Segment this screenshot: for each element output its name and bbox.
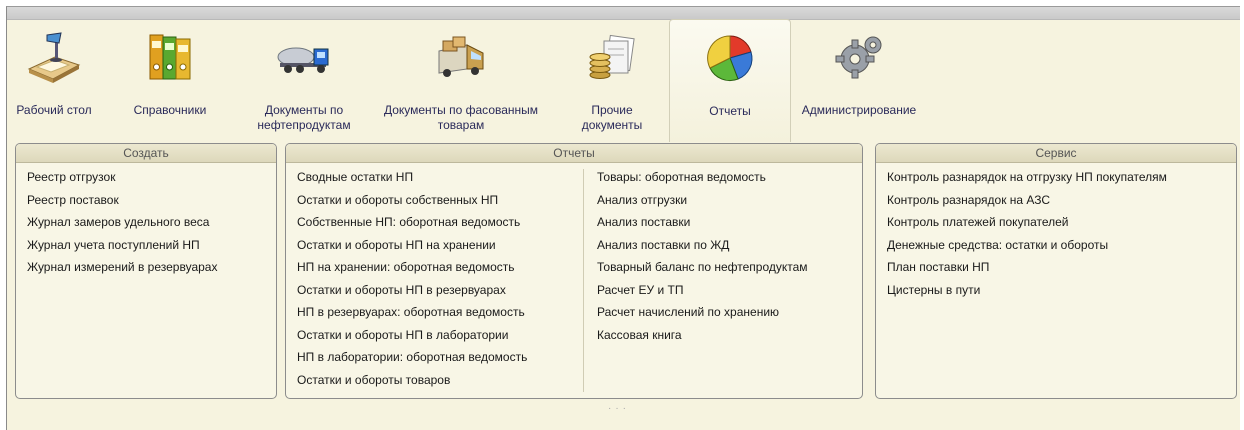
create-list: Реестр отгрузок Реестр поставок Журнал з… — [27, 169, 217, 282]
tanker-truck-icon — [276, 29, 332, 85]
list-item[interactable]: План поставки НП — [887, 259, 1167, 282]
reports-list-right: Товары: оборотная ведомость Анализ отгру… — [597, 169, 808, 349]
list-item[interactable]: Журнал учета поступлений НП — [27, 237, 217, 260]
list-item[interactable]: Анализ поставки по ЖД — [597, 237, 808, 260]
tab-catalogs[interactable]: Справочники — [111, 19, 229, 141]
column-divider — [583, 169, 584, 392]
list-item[interactable]: НП на хранении: оборотная ведомость — [297, 259, 527, 282]
list-item[interactable]: Расчет начислений по хранению — [597, 304, 808, 327]
list-item[interactable]: Кассовая книга — [597, 327, 808, 350]
list-item[interactable]: Контроль разнарядок на АЗС — [887, 192, 1167, 215]
binders-icon — [142, 29, 198, 85]
tab-label: Справочники — [133, 103, 207, 117]
tab-administration[interactable]: Администрирование — [795, 19, 923, 141]
list-item[interactable]: Контроль платежей покупателей — [887, 214, 1167, 237]
create-panel: Создать Реестр отгрузок Реестр поставок … — [15, 143, 277, 399]
tab-label: Администрирование — [801, 103, 917, 117]
tab-label: Отчеты — [709, 104, 751, 118]
list-item[interactable]: НП в лаборатории: оборотная ведомость — [297, 349, 527, 372]
service-panel: Сервис Контроль разнарядок на отгрузку Н… — [875, 143, 1237, 399]
list-item[interactable]: Товарный баланс по нефтепродуктам — [597, 259, 808, 282]
desk-icon — [25, 29, 81, 85]
tab-label: Рабочий стол — [16, 103, 92, 117]
list-item[interactable]: НП в резервуарах: оборотная ведомость — [297, 304, 527, 327]
list-item[interactable]: Сводные остатки НП — [297, 169, 527, 192]
reports-list-left: Сводные остатки НП Остатки и обороты соб… — [297, 169, 527, 394]
list-item[interactable]: Собственные НП: оборотная ведомость — [297, 214, 527, 237]
panel-header: Создать — [16, 144, 276, 163]
list-item[interactable]: Расчет ЕУ и ТП — [597, 282, 808, 305]
gears-icon — [831, 29, 887, 85]
tab-reports[interactable]: Отчеты — [669, 19, 791, 142]
list-item[interactable]: Журнал измерений в резервуарах — [27, 259, 217, 282]
tab-label: Документы по нефтепродуктам — [257, 103, 351, 132]
panel-header: Сервис — [876, 144, 1236, 163]
list-item[interactable]: Остатки и обороты НП в резервуарах — [297, 282, 527, 305]
list-item[interactable]: Контроль разнарядок на отгрузку НП покуп… — [887, 169, 1167, 192]
panel-header: Отчеты — [286, 144, 862, 163]
tab-label: Прочие документы — [581, 103, 643, 132]
list-item[interactable]: Остатки и обороты НП на хранении — [297, 237, 527, 260]
list-item[interactable]: Анализ отгрузки — [597, 192, 808, 215]
tab-label: Документы по фасованным товарам — [383, 103, 539, 132]
list-item[interactable]: Товары: оборотная ведомость — [597, 169, 808, 192]
coins-documents-icon — [584, 29, 640, 85]
list-item[interactable]: Анализ поставки — [597, 214, 808, 237]
list-item[interactable]: Реестр поставок — [27, 192, 217, 215]
main-window: Рабочий стол Справочники Документы по не… — [6, 6, 1240, 430]
list-item[interactable]: Денежные средства: остатки и обороты — [887, 237, 1167, 260]
list-item[interactable]: Остатки и обороты собственных НП — [297, 192, 527, 215]
list-item[interactable]: Реестр отгрузок — [27, 169, 217, 192]
resize-grip[interactable]: ··· — [608, 403, 630, 414]
tab-desktop[interactable]: Рабочий стол — [7, 19, 99, 141]
delivery-van-icon — [433, 29, 489, 85]
list-item[interactable]: Журнал замеров удельного веса — [27, 214, 217, 237]
tab-other-documents[interactable]: Прочие документы — [563, 19, 661, 141]
list-item[interactable]: Остатки и обороты товаров — [297, 372, 527, 395]
reports-panel: Отчеты Сводные остатки НП Остатки и обор… — [285, 143, 863, 399]
section-toolbar: Рабочий стол Справочники Документы по не… — [7, 19, 1240, 142]
pie-chart-icon — [702, 30, 758, 86]
list-item[interactable]: Остатки и обороты НП в лаборатории — [297, 327, 527, 350]
tab-packaged-goods-documents[interactable]: Документы по фасованным товарам — [381, 19, 541, 141]
service-list: Контроль разнарядок на отгрузку НП покуп… — [887, 169, 1167, 304]
tab-oil-product-documents[interactable]: Документы по нефтепродуктам — [239, 19, 369, 141]
list-item[interactable]: Цистерны в пути — [887, 282, 1167, 305]
